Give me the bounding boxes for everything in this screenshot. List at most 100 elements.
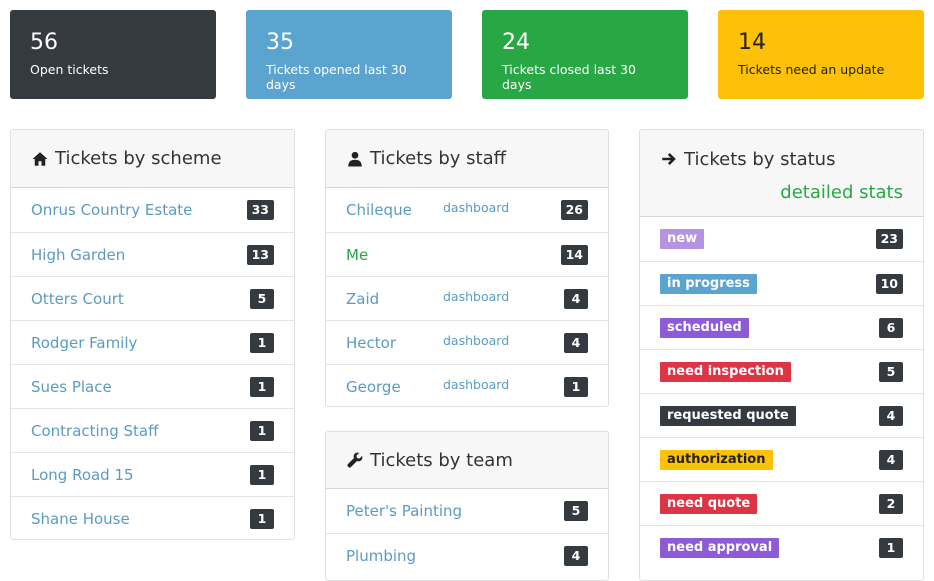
count-badge: 1	[250, 464, 274, 485]
staff-link[interactable]: Hector	[346, 334, 396, 352]
count-badge: 23	[875, 229, 903, 249]
count-badge: 6	[879, 317, 903, 338]
dashboard-link[interactable]: dashboard	[443, 289, 509, 304]
count-badge: 1	[250, 376, 274, 397]
stat-number: 56	[30, 30, 58, 55]
stat-label: Tickets need an update	[738, 62, 885, 77]
list-item[interactable]: Onrus Country Estate 33	[11, 188, 294, 232]
list-item[interactable]: Otters Court 5	[11, 276, 294, 320]
dashboard-link[interactable]: dashboard	[443, 200, 509, 215]
list-item[interactable]: Me 14	[326, 232, 608, 276]
staff-link[interactable]: Chileque	[346, 201, 412, 219]
scheme-link[interactable]: Sues Place	[31, 378, 112, 396]
count-badge: 4	[879, 405, 903, 426]
list-item[interactable]: Chileque dashboard 26	[326, 188, 608, 232]
status-tag-need-quote[interactable]: need quote	[660, 493, 758, 514]
status-tag-scheduled[interactable]: scheduled	[660, 317, 749, 338]
scheme-link[interactable]: Shane House	[31, 510, 130, 528]
list-item[interactable]: Zaid dashboard 4	[326, 276, 608, 320]
staff-link[interactable]: Zaid	[346, 290, 379, 308]
list-item[interactable]: Hector dashboard 4	[326, 320, 608, 364]
card-tickets-by-staff: Tickets by staff Chileque dashboard 26 Me 1…	[325, 129, 609, 407]
card-title: Tickets by status	[684, 148, 836, 170]
list-item[interactable]: requested quote 4	[640, 393, 923, 437]
home-icon	[32, 151, 48, 166]
status-tag-new[interactable]: new	[660, 229, 705, 249]
count-badge: 5	[250, 288, 274, 309]
scheme-link[interactable]: Rodger Family	[31, 334, 137, 352]
status-tag-in-progress[interactable]: in progress	[660, 273, 757, 294]
arrow-right-icon	[662, 153, 676, 165]
stat-label: Tickets opened last 30 days	[266, 62, 407, 92]
scheme-link[interactable]: Long Road 15	[31, 466, 134, 484]
count-badge: 1	[250, 420, 274, 441]
wrench-icon	[347, 452, 363, 468]
count-badge: 1	[250, 332, 274, 353]
card-title: Tickets by scheme	[55, 148, 222, 169]
list-item[interactable]: in progress 10	[640, 261, 923, 305]
card-header: Tickets by staff	[326, 130, 608, 188]
card-header: Tickets by team	[326, 432, 608, 489]
card-tickets-by-team: Tickets by team Peter's Painting 5 Plumbi…	[325, 431, 609, 581]
list-item[interactable]: need inspection 5	[640, 349, 923, 393]
card-tickets-by-status: Tickets by status detailed stats new 23 i…	[639, 129, 924, 581]
stat-need-update: 14 Tickets need an update	[718, 10, 924, 99]
detailed-stats-link[interactable]: detailed stats	[660, 182, 903, 203]
count-badge: 4	[879, 449, 903, 470]
count-badge: 1	[879, 537, 903, 558]
list-item[interactable]: need approval 1	[640, 525, 923, 569]
list-item[interactable]: Peter's Painting 5	[326, 489, 608, 533]
count-badge: 33	[246, 200, 274, 220]
stat-opened-30-days: 35 Tickets opened last 30 days	[246, 10, 452, 99]
scheme-link[interactable]: Otters Court	[31, 290, 124, 308]
list-item[interactable]: Rodger Family 1	[11, 320, 294, 364]
dashboard-link[interactable]: dashboard	[443, 333, 509, 348]
count-badge: 26	[560, 200, 588, 220]
status-tag-need-inspection[interactable]: need inspection	[660, 361, 791, 382]
list-item[interactable]: scheduled 6	[640, 305, 923, 349]
count-badge: 1	[250, 508, 274, 529]
list-item[interactable]: Sues Place 1	[11, 364, 294, 408]
count-badge: 5	[564, 501, 588, 521]
list-item[interactable]: new 23	[640, 217, 923, 261]
list-item[interactable]: need quote 2	[640, 481, 923, 525]
list-item[interactable]: Long Road 15 1	[11, 452, 294, 496]
status-tag-authorization[interactable]: authorization	[660, 449, 773, 470]
team-link[interactable]: Peter's Painting	[346, 502, 462, 520]
list-item[interactable]: Plumbing 4	[326, 533, 608, 577]
list-item[interactable]: authorization 4	[640, 437, 923, 481]
stat-label: Tickets closed last 30 days	[502, 62, 636, 92]
scheme-link[interactable]: Contracting Staff	[31, 422, 158, 440]
count-badge: 4	[564, 288, 588, 309]
stat-closed-30-days: 24 Tickets closed last 30 days	[482, 10, 688, 99]
stat-number: 14	[738, 30, 766, 55]
count-badge: 5	[879, 361, 903, 382]
list-item[interactable]: High Garden 13	[11, 232, 294, 276]
count-badge: 2	[879, 493, 903, 514]
list-item[interactable]: George dashboard 1	[326, 364, 608, 406]
team-list: Peter's Painting 5 Plumbing 4	[326, 489, 608, 577]
stat-number: 24	[502, 30, 530, 55]
card-title: Tickets by team	[370, 449, 513, 471]
count-badge: 13	[246, 244, 274, 265]
status-tag-need-approval[interactable]: need approval	[660, 537, 780, 558]
count-badge: 4	[564, 545, 588, 566]
user-icon	[348, 151, 362, 166]
list-item[interactable]: Shane House 1	[11, 496, 294, 539]
count-badge: 14	[560, 244, 588, 265]
count-badge: 10	[875, 273, 903, 294]
stat-label: Open tickets	[30, 62, 109, 77]
team-link[interactable]: Plumbing	[346, 547, 416, 565]
card-header: Tickets by scheme	[11, 130, 294, 188]
stat-open-tickets: 56 Open tickets	[10, 10, 216, 99]
staff-link-me[interactable]: Me	[346, 246, 368, 264]
stat-number: 35	[266, 30, 294, 55]
dashboard-link[interactable]: dashboard	[443, 377, 509, 392]
staff-link[interactable]: George	[346, 378, 401, 396]
scheme-link[interactable]: High Garden	[31, 246, 125, 264]
count-badge: 1	[564, 376, 588, 397]
scheme-link[interactable]: Onrus Country Estate	[31, 201, 192, 219]
card-tickets-by-scheme: Tickets by scheme Onrus Country Estate 33…	[10, 129, 295, 540]
list-item[interactable]: Contracting Staff 1	[11, 408, 294, 452]
status-tag-requested-quote[interactable]: requested quote	[660, 405, 796, 426]
